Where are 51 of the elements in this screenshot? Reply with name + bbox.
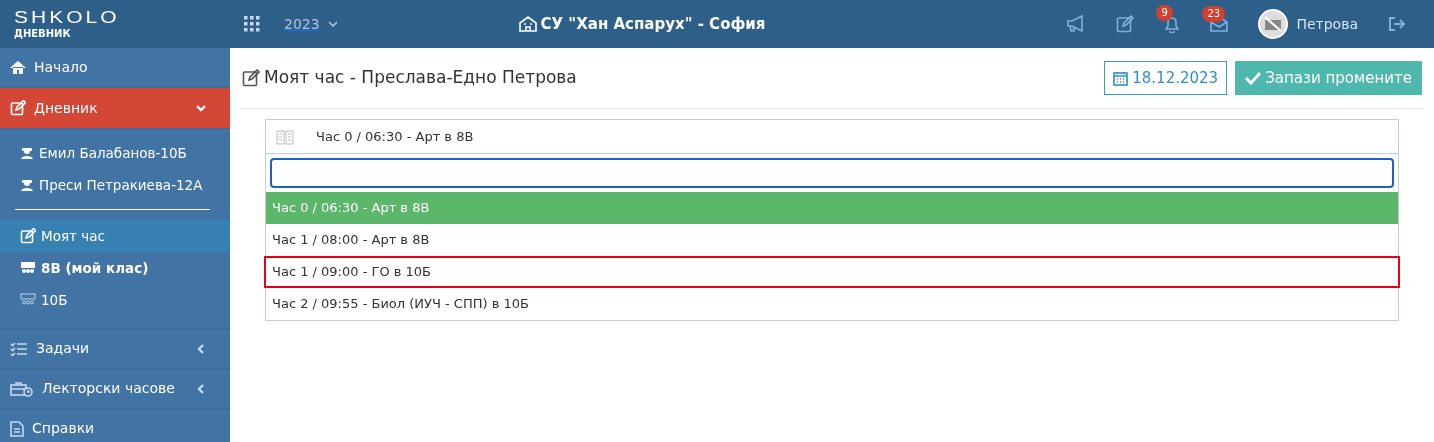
edit-icon xyxy=(1116,15,1135,33)
sidebar-item[interactable]: Дневник xyxy=(0,88,230,129)
notifications-button[interactable] xyxy=(1164,15,1181,33)
sidebar-subitem[interactable]: Емил Балабанов-10Б xyxy=(0,137,230,169)
dropdown-option[interactable]: Час 2 / 09:55 - Биол (ИУЧ - СПП) в 10Б xyxy=(266,288,1398,320)
book-icon xyxy=(276,128,294,145)
dropdown-option[interactable]: Час 1 / 08:00 - Арт в 8В xyxy=(266,224,1398,256)
page-title: Моят час - Преслава-Едно Петрова xyxy=(264,66,577,90)
caret-icon xyxy=(327,21,338,27)
dropdown-option[interactable]: Час 1 / 09:00 - ГО в 10Б xyxy=(264,256,1400,288)
school-building-icon xyxy=(518,16,537,32)
sidebar-item[interactable]: Задачи xyxy=(0,329,230,369)
home-icon xyxy=(10,60,26,75)
count-badge: 9 xyxy=(1156,5,1173,21)
year-dropdown[interactable]: 2023 xyxy=(284,13,338,35)
logout-icon xyxy=(1388,17,1406,31)
classroom-icon xyxy=(20,293,36,307)
messages-button[interactable] xyxy=(1210,16,1229,32)
envelope-icon xyxy=(1210,16,1229,32)
edit-icon xyxy=(10,100,26,116)
bell-icon xyxy=(1164,15,1181,33)
apps-grid-icon xyxy=(244,16,260,32)
edit-icon xyxy=(20,228,36,244)
check-icon xyxy=(1245,71,1262,85)
teacher-icon xyxy=(20,178,34,192)
sidebar-item[interactable]: Лекторски часове xyxy=(0,369,230,409)
user-menu[interactable]: Петрова xyxy=(1258,9,1358,39)
sidebar-item[interactable]: Справки xyxy=(0,409,230,442)
briefcase-clock-icon xyxy=(10,380,34,397)
lesson-select[interactable]: Час 0 / 06:30 - Арт в 8В xyxy=(266,120,1398,154)
classroom-icon xyxy=(20,261,36,275)
calendar-icon xyxy=(1113,70,1129,86)
date-picker-button[interactable]: 18.12.2023 xyxy=(1104,60,1228,96)
edit-button[interactable] xyxy=(1116,15,1135,33)
logout-button[interactable] xyxy=(1388,17,1406,31)
edit-icon xyxy=(242,69,260,87)
sidebar-subitem[interactable]: Преси Петракиева-12А xyxy=(0,169,230,201)
logo-subtitle: ДНЕВНИК xyxy=(14,28,72,40)
teacher-icon xyxy=(20,146,34,160)
apps-menu-button[interactable] xyxy=(244,16,260,32)
sidebar-subitem[interactable]: 8В (мой клас) xyxy=(0,252,230,284)
sidebar-subitem[interactable]: 10Б xyxy=(0,284,230,316)
school-name: СУ "Хан Аспарух" - София xyxy=(540,13,766,35)
search-field[interactable] xyxy=(270,158,1394,188)
logo: SHKOLO xyxy=(14,10,121,26)
no-photo-icon xyxy=(1264,16,1283,32)
document-icon xyxy=(10,420,24,437)
count-badge: 23 xyxy=(1202,6,1226,22)
dropdown-option[interactable]: Час 0 / 06:30 - Арт в 8В xyxy=(266,192,1398,224)
sidebar-subitem[interactable]: Моят час xyxy=(0,220,230,252)
checklist-icon xyxy=(10,341,28,356)
